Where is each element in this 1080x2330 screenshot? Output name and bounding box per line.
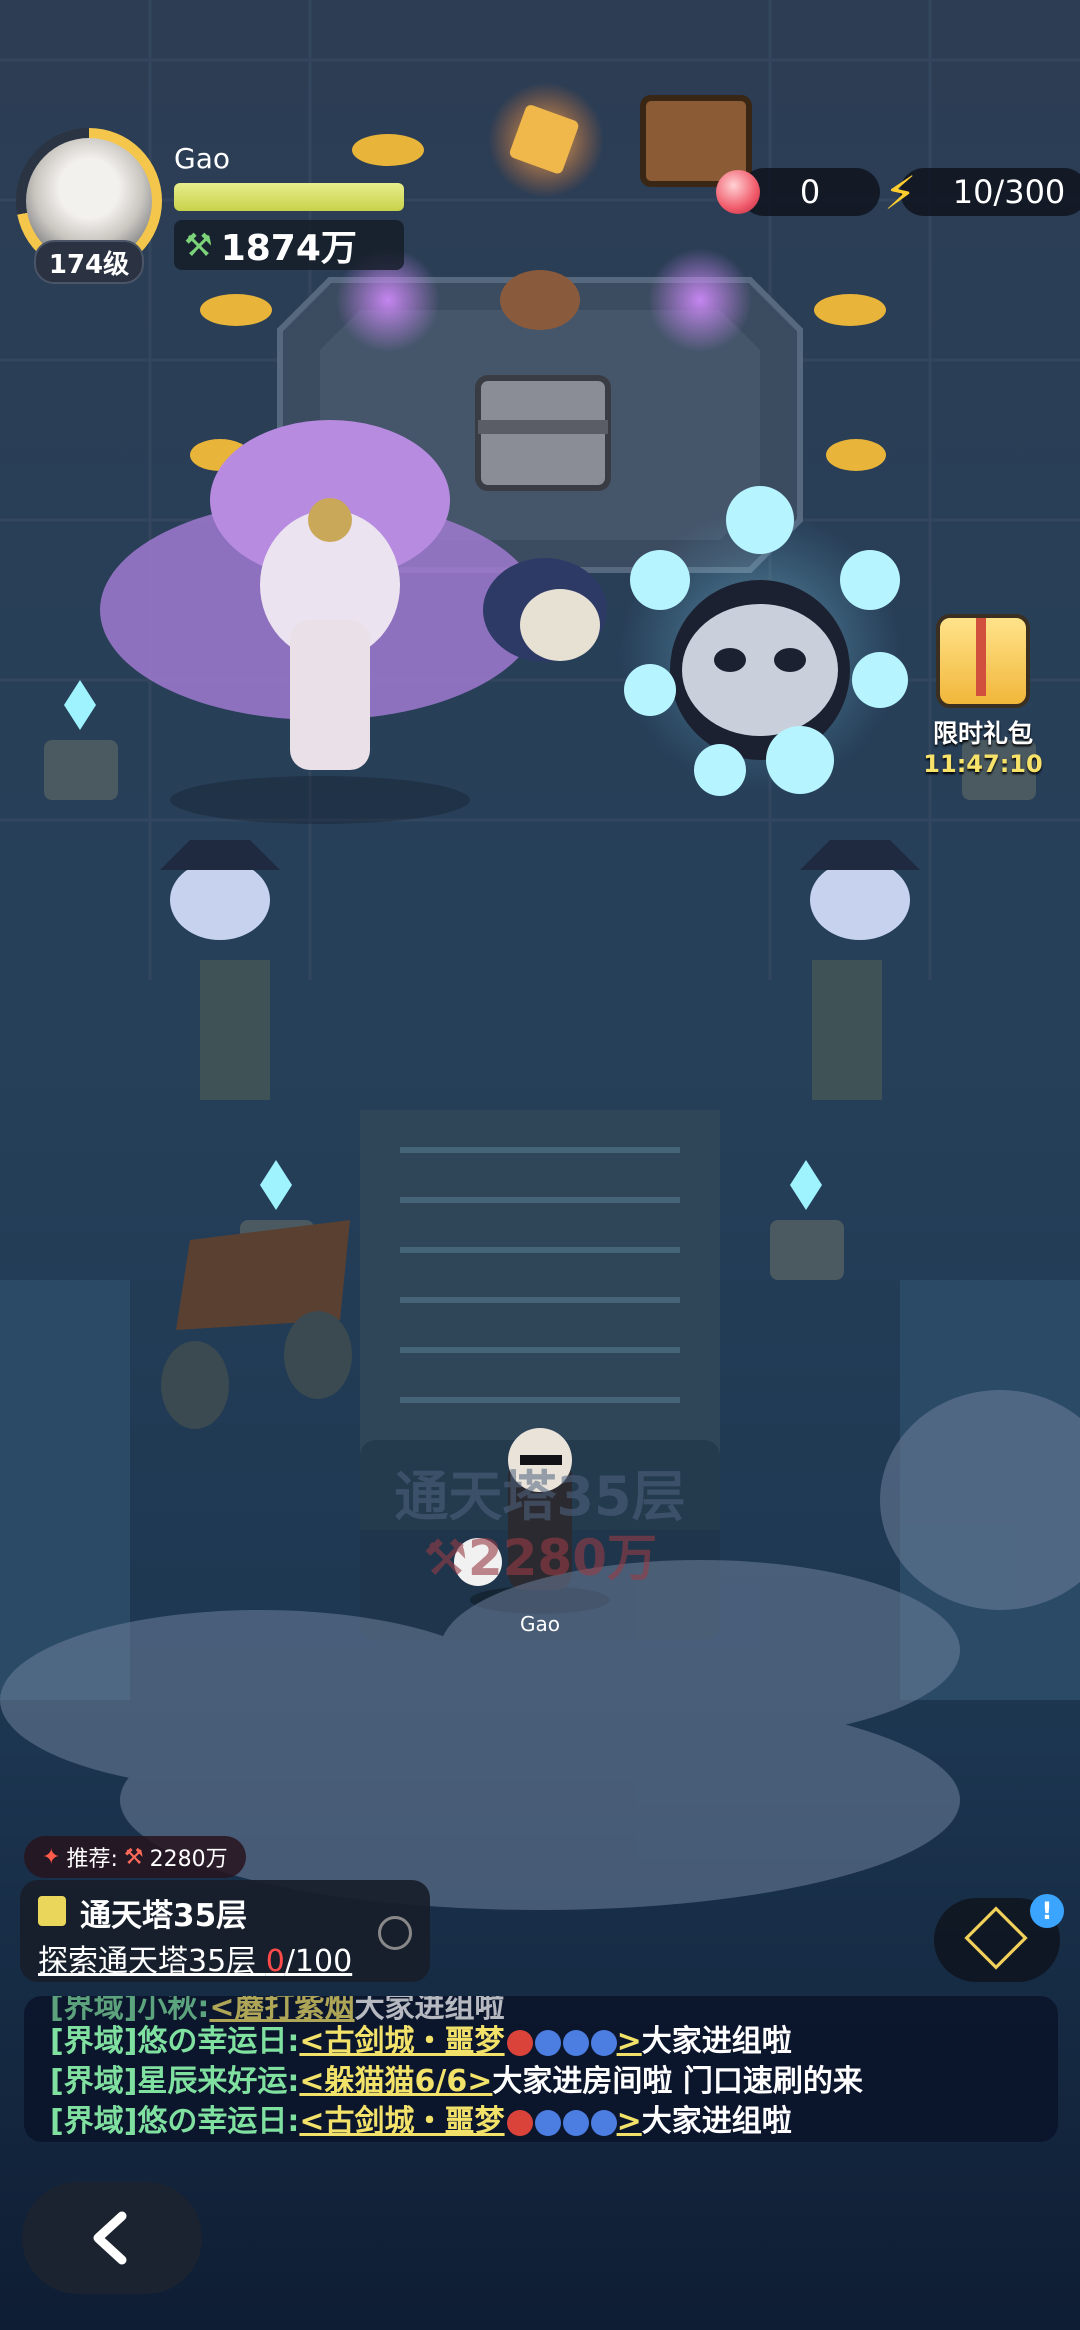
cube-icon [964, 1906, 1028, 1970]
chat-user: 悠の幸运日: [137, 2104, 300, 2139]
recommend-power: 2280万 [149, 1847, 228, 1872]
task-progress-current: 0 [265, 1944, 285, 1979]
chat-channel: [界域] [50, 2064, 138, 2099]
team-badge-icon [590, 2109, 617, 2136]
energy-counter[interactable]: 10/300 [900, 168, 1080, 216]
team-badge-icon [590, 2029, 617, 2056]
team-badge-icon [506, 2029, 533, 2056]
chat-link[interactable]: <躲猫猫6/6> [299, 2064, 492, 2099]
team-badge-icon [562, 2109, 589, 2136]
hero-name: Gao [520, 1612, 560, 1636]
energy-value: 10/300 [952, 173, 1066, 211]
limited-gift-button[interactable]: 限时礼包 11:47:10 [918, 614, 1048, 778]
chat-text: 大家进组啦 [641, 2104, 792, 2139]
player-hp-fill [174, 183, 404, 211]
back-button[interactable] [22, 2182, 202, 2294]
chat-user: 星辰来好运: [137, 2064, 300, 2099]
back-arrow-icon [93, 2211, 127, 2265]
chat-line: [界域]悠の幸运日:<古剑城・噩梦 >大家进组啦 [50, 2024, 792, 2059]
chat-channel: [界域] [50, 2104, 138, 2139]
player-power-value: 1874万 [220, 228, 357, 269]
peach-count: 0 [799, 173, 821, 211]
chat-line: [界域]悠の幸运日:<古剑城・噩梦 >大家进组啦 [50, 2104, 792, 2139]
chat-line: [界域]星辰来好运:<躲猫猫6/6>大家进房间啦 门口速刷的来 [50, 2056, 863, 2100]
player-level: 174级 [34, 240, 144, 284]
task-card[interactable]: 通天塔35层 探索通天塔35层 0/100 [20, 1880, 430, 1982]
player-hp-bar [174, 183, 404, 211]
floor-sign-power: ⚒2280万 [423, 1529, 657, 1587]
team-badge-icon [534, 2029, 561, 2056]
team-badge-icon [562, 2029, 589, 2056]
task-icon [38, 1896, 66, 1926]
peach-icon [716, 170, 760, 214]
chat-text: 大家进房间啦 门口速刷的来 [492, 2064, 863, 2099]
recommend-star-icon: ✦ [42, 1844, 61, 1870]
task-description: 探索通天塔35层 0/100 [38, 1936, 352, 1980]
team-badge-icon [534, 2109, 561, 2136]
task-progress-total: /100 [284, 1944, 353, 1979]
lightning-icon: ⚡ [884, 166, 917, 220]
power-icon: ⚒ [184, 226, 213, 264]
chat-link[interactable]: <古剑城・噩梦 [299, 2024, 504, 2059]
chat-user: 悠の幸运日: [137, 2024, 300, 2059]
task-title: 通天塔35层 [80, 1898, 248, 1934]
task-desc-text: 探索通天塔35层 [38, 1944, 266, 1979]
gift-icon [936, 614, 1030, 708]
recommend-badge: ✦ 推荐: ⚒ 2280万 [24, 1836, 246, 1878]
target-icon[interactable] [378, 1916, 412, 1950]
alert-icon: ! [1030, 1894, 1064, 1928]
team-badge-icon [506, 2109, 533, 2136]
chat-text: 大家进组啦 [641, 2024, 792, 2059]
chat-channel: [界域] [50, 2024, 138, 2059]
peach-counter[interactable]: 0 [740, 168, 880, 216]
player-power: ⚒ 1874万 [174, 220, 404, 270]
gift-title: 限时礼包 [932, 719, 1033, 748]
gift-timer: 11:47:10 [923, 750, 1043, 778]
recommend-power-icon: ⚒ [123, 1844, 144, 1870]
chat-panel[interactable]: [界域]小秋:<蘑打紫烟大家进组啦 [界域]悠の幸运日:<古剑城・噩梦 >大家进组… [24, 1996, 1058, 2142]
chat-link[interactable]: <古剑城・噩梦 [299, 2104, 504, 2139]
recommend-label: 推荐: [66, 1847, 118, 1872]
player-name: Gao [174, 142, 230, 175]
